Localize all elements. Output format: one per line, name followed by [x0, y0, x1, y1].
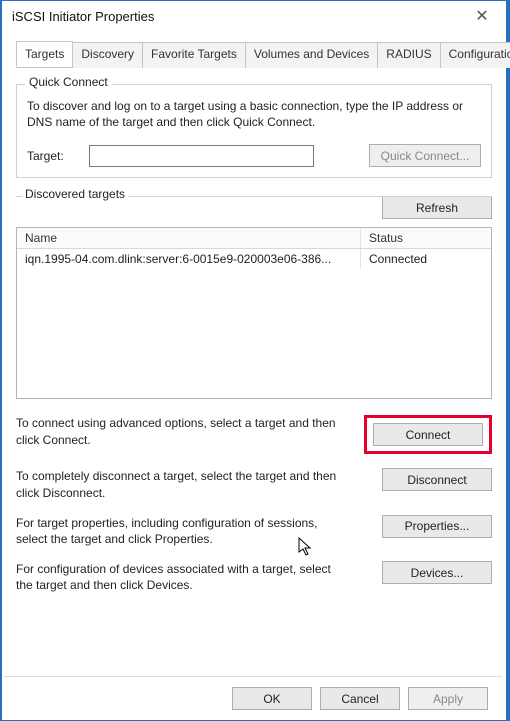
properties-button[interactable]: Properties... [382, 515, 492, 538]
column-name[interactable]: Name [17, 228, 361, 248]
tab-targets[interactable]: Targets [16, 41, 73, 67]
table-header: Name Status [17, 228, 491, 249]
title-bar: iSCSI Initiator Properties ✕ [2, 1, 506, 31]
tab-favorite-targets[interactable]: Favorite Targets [142, 42, 246, 68]
discovered-targets-group: Discovered targets Refresh Name Status i… [16, 196, 492, 593]
properties-help-text: For target properties, including configu… [16, 515, 346, 547]
connect-button[interactable]: Connect [373, 423, 483, 446]
devices-button[interactable]: Devices... [382, 561, 492, 584]
disconnect-button[interactable]: Disconnect [382, 468, 492, 491]
dialog-button-bar: OK Cancel Apply [4, 676, 502, 716]
cancel-button[interactable]: Cancel [320, 687, 400, 710]
tab-bar: Targets Discovery Favorite Targets Volum… [16, 41, 492, 68]
ok-button[interactable]: OK [232, 687, 312, 710]
window-title: iSCSI Initiator Properties [12, 9, 154, 24]
connect-highlight: Connect [364, 415, 492, 454]
discovered-targets-legend: Discovered targets [22, 187, 128, 201]
quick-connect-legend: Quick Connect [25, 75, 112, 89]
target-label: Target: [27, 149, 89, 163]
close-icon[interactable]: ✕ [464, 6, 500, 26]
quick-connect-description: To discover and log on to a target using… [27, 98, 481, 130]
targets-table[interactable]: Name Status iqn.1995-04.com.dlink:server… [16, 227, 492, 399]
devices-help-text: For configuration of devices associated … [16, 561, 346, 593]
tab-volumes-devices[interactable]: Volumes and Devices [245, 42, 378, 68]
tab-discovery[interactable]: Discovery [72, 42, 143, 68]
column-status[interactable]: Status [361, 228, 491, 248]
cell-target-status: Connected [361, 249, 491, 269]
tab-radius[interactable]: RADIUS [377, 42, 440, 68]
disconnect-help-text: To completely disconnect a target, selec… [16, 468, 346, 500]
refresh-button[interactable]: Refresh [382, 196, 492, 219]
apply-button[interactable]: Apply [408, 687, 488, 710]
quick-connect-group: Quick Connect To discover and log on to … [16, 84, 492, 178]
target-input[interactable] [89, 145, 314, 167]
connect-help-text: To connect using advanced options, selec… [16, 415, 346, 447]
table-row[interactable]: iqn.1995-04.com.dlink:server:6-0015e9-02… [17, 249, 491, 269]
tab-configuration[interactable]: Configuration [440, 42, 510, 68]
quick-connect-button[interactable]: Quick Connect... [369, 144, 481, 167]
cell-target-name: iqn.1995-04.com.dlink:server:6-0015e9-02… [17, 249, 361, 269]
